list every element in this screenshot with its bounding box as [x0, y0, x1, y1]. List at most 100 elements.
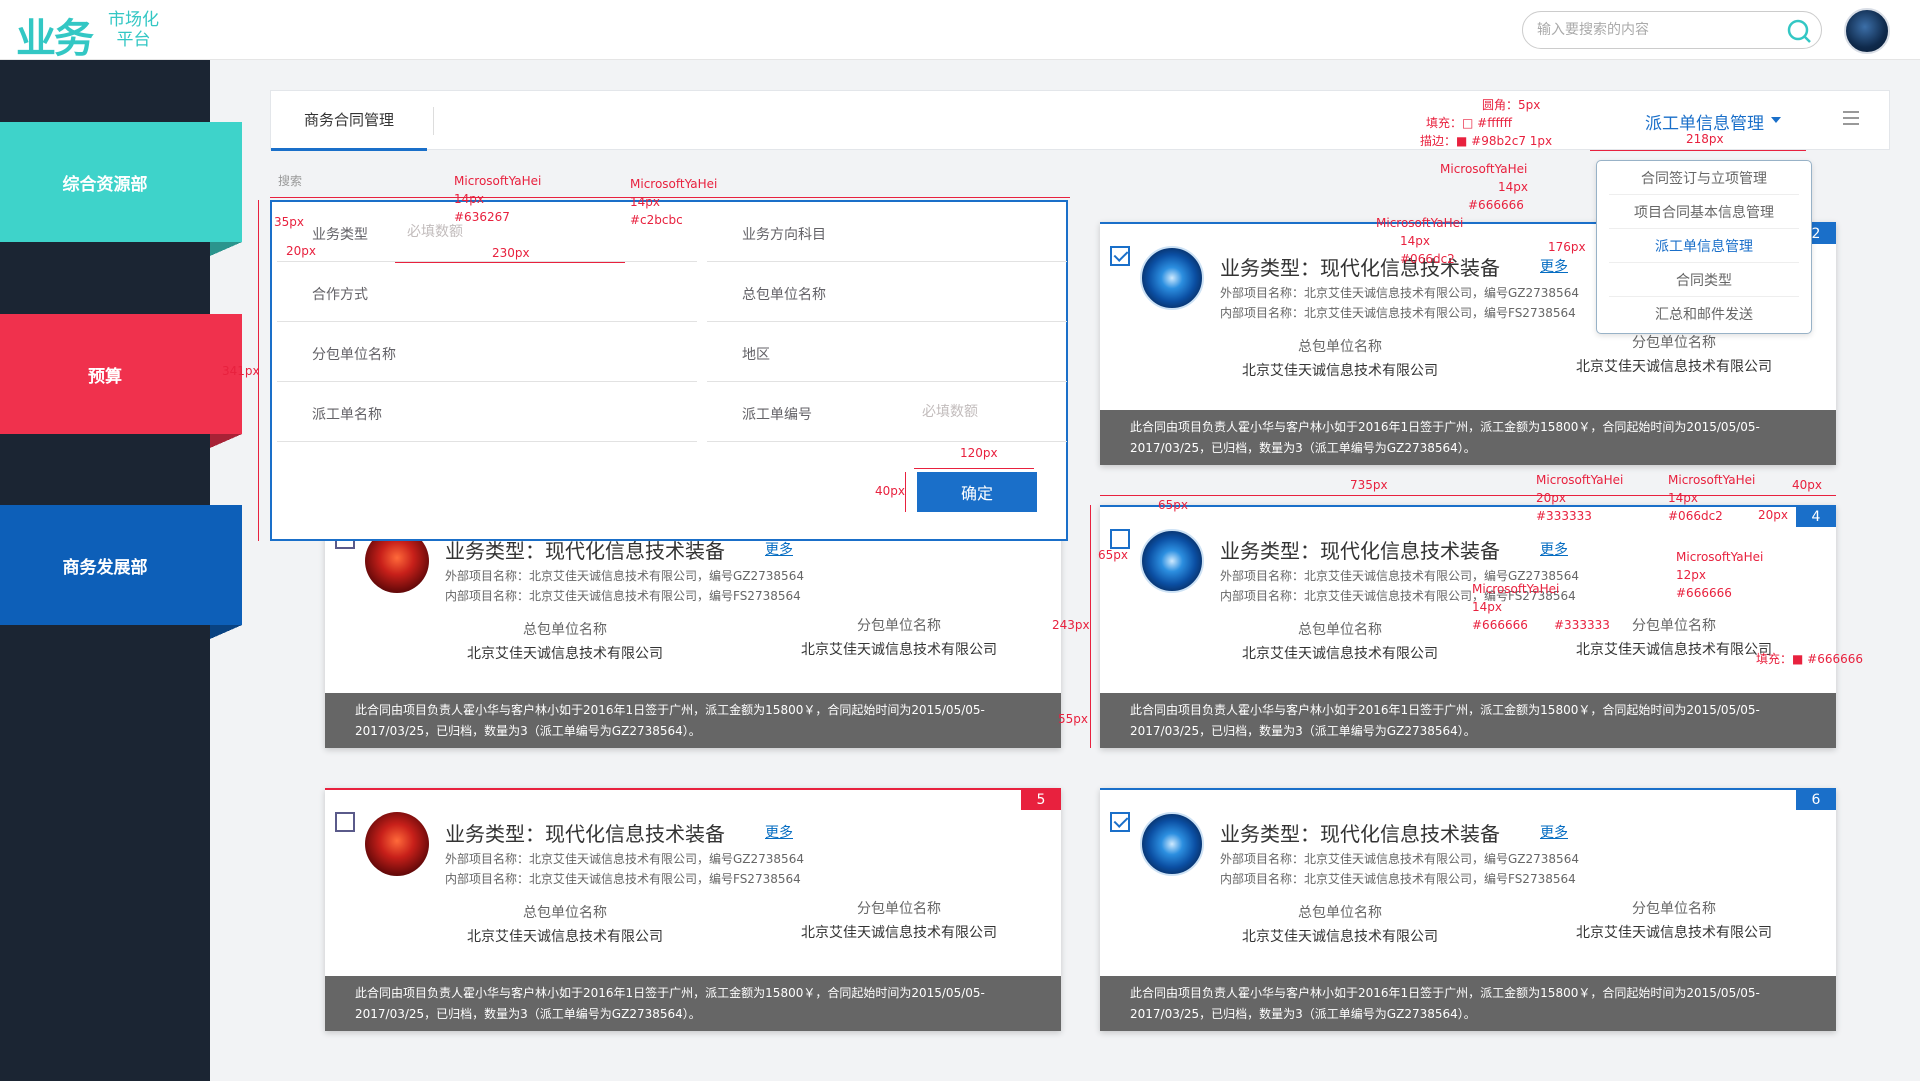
search-form-panel: 业务类型 合作方式 分包单位名称 派工单名称 业务方向科目 总包单位名称 地区 … — [270, 200, 1068, 541]
logo-sub-line1: 市场化 — [108, 10, 159, 30]
card-footer-summary: 此合同由项目负责人霍小华与客户林小如于2016年1日签于广州，派工金额为1580… — [1100, 976, 1836, 1031]
form-row-general-contractor: 总包单位名称 — [707, 262, 1067, 322]
card-checkbox[interactable] — [335, 812, 355, 832]
subcontractor-label: 分包单位名称 — [857, 901, 941, 917]
top-header: 业务 市场化 平台 — [0, 0, 1920, 62]
annotation-text: 14px — [1668, 491, 1698, 505]
annotation-text: 20px — [1536, 491, 1566, 505]
menu-item-contract-type[interactable]: 合同类型 — [1609, 263, 1799, 297]
annotation-text: 14px — [1498, 180, 1528, 194]
sidebar-fold-shadow — [210, 434, 242, 448]
dispatch-menu-button[interactable]: 派工单信息管理 — [1645, 109, 1764, 134]
avatar[interactable] — [1844, 8, 1890, 54]
general-contractor-label: 总包单位名称 — [523, 622, 607, 638]
card-title: 业务类型：现代化信息技术装备 — [445, 822, 725, 846]
business-direction-input[interactable] — [857, 220, 1047, 244]
card-footer-summary: 此合同由项目负责人霍小华与客户林小如于2016年1日签于广州，派工金额为1580… — [1100, 693, 1836, 748]
annotation-text: 14px — [630, 195, 660, 209]
card-title: 业务类型：现代化信息技术装备 — [1220, 822, 1500, 846]
form-row-dispatch-number: 派工单编号 — [707, 382, 1067, 442]
dispatch-number-input[interactable] — [922, 400, 1052, 424]
card-title: 业务类型：现代化信息技术装备 — [1220, 539, 1500, 563]
region-input[interactable] — [857, 340, 1047, 364]
general-contractor-value: 北京艾佳天诚信息技术有限公司 — [467, 646, 663, 662]
card-number-badge: 5 — [1021, 790, 1061, 810]
annotation-text: 20px — [286, 244, 316, 258]
form-row-cooperation: 合作方式 — [277, 262, 697, 322]
general-contractor-label: 总包单位名称 — [1298, 339, 1382, 355]
sidebar-item-label: 商务发展部 — [62, 557, 148, 578]
card-number-badge: 6 — [1796, 790, 1836, 810]
annotation-text: MicrosoftYaHei — [1376, 216, 1464, 230]
menu-item-summary-email[interactable]: 汇总和邮件发送 — [1609, 297, 1799, 331]
company-logo-icon — [1140, 812, 1204, 876]
card-footer-summary: 此合同由项目负责人霍小华与客户林小如于2016年1日签于广州，派工金额为1580… — [1100, 410, 1836, 465]
sidebar-item-budget[interactable]: 预算 — [0, 314, 242, 448]
annotation-text: MicrosoftYaHei — [1472, 582, 1560, 596]
annotation-text: 描边：■ #98b2c7 1px — [1420, 134, 1553, 148]
menu-item-project-info[interactable]: 项目合同基本信息管理 — [1609, 195, 1799, 229]
sidebar-item-label: 预算 — [88, 366, 122, 387]
business-type-input[interactable] — [407, 220, 637, 244]
annotation-line — [270, 197, 1070, 198]
general-contractor-value: 北京艾佳天诚信息技术有限公司 — [1242, 363, 1438, 379]
more-link[interactable]: 更多 — [1540, 256, 1568, 276]
annotation-text: MicrosoftYaHei — [454, 174, 542, 188]
card-checkbox[interactable] — [1110, 529, 1130, 549]
form-label: 派工单编号 — [742, 407, 812, 423]
cooperation-input[interactable] — [407, 280, 637, 304]
dispatch-name-input[interactable] — [407, 400, 637, 424]
annotation-text: 40px — [875, 484, 905, 498]
more-link[interactable]: 更多 — [1540, 539, 1568, 559]
form-label: 派工单名称 — [312, 407, 382, 423]
external-project-name: 外部项目名称：北京艾佳天诚信息技术有限公司，编号GZ2738564 — [445, 569, 804, 583]
subcontractor-label: 分包单位名称 — [1632, 335, 1716, 351]
menu-item-contract-signing[interactable]: 合同签订与立项管理 — [1609, 161, 1799, 195]
more-link[interactable]: 更多 — [765, 539, 793, 559]
card-footer-summary: 此合同由项目负责人霍小华与客户林小如于2016年1日签于广州，派工金额为1580… — [325, 693, 1061, 748]
form-label: 业务类型 — [312, 227, 368, 243]
more-link[interactable]: 更多 — [765, 822, 793, 842]
menu-item-dispatch-info[interactable]: 派工单信息管理 — [1609, 229, 1799, 263]
subcontractor-value: 北京艾佳天诚信息技术有限公司 — [1576, 925, 1772, 941]
annotation-text: 218px — [1686, 132, 1724, 146]
annotation-text: MicrosoftYaHei — [1440, 162, 1528, 176]
tab-divider — [433, 107, 434, 135]
annotation-text: #c2bcbc — [630, 213, 683, 227]
internal-project-name: 内部项目名称：北京艾佳天诚信息技术有限公司，编号FS2738564 — [445, 589, 801, 603]
general-contractor-value: 北京艾佳天诚信息技术有限公司 — [1242, 929, 1438, 945]
annotation-text: #333333 — [1554, 618, 1610, 632]
contract-card: 4 业务类型：现代化信息技术装备 更多 外部项目名称：北京艾佳天诚信息技术有限公司，编… — [1100, 505, 1836, 748]
card-checkbox[interactable] — [1110, 812, 1130, 832]
search-box — [1522, 11, 1822, 49]
form-row-subcontractor: 分包单位名称 — [277, 322, 697, 382]
annotation-text: MicrosoftYaHei — [1676, 550, 1764, 564]
contract-card: 6 业务类型：现代化信息技术装备 更多 外部项目名称：北京艾佳天诚信息技术有限公司，编… — [1100, 788, 1836, 1031]
annotation-text: MicrosoftYaHei — [630, 177, 718, 191]
card-checkbox[interactable] — [1110, 246, 1130, 266]
subcontractor-value: 北京艾佳天诚信息技术有限公司 — [801, 925, 997, 941]
subcontractor-input[interactable] — [407, 340, 637, 364]
annotation-text: 40px — [1792, 478, 1822, 492]
general-contractor-input[interactable] — [857, 280, 1047, 304]
menu-icon[interactable] — [1843, 111, 1859, 127]
annotation-text: 120px — [960, 446, 998, 460]
annotation-line — [1090, 505, 1091, 748]
annotation-text: 176px — [1548, 240, 1586, 254]
search-input[interactable] — [1537, 20, 1777, 40]
chevron-down-icon[interactable] — [1771, 117, 1781, 123]
annotation-text: 填充：■ #666666 — [1756, 652, 1864, 666]
tab-contract-management[interactable]: 商务合同管理 — [271, 91, 427, 151]
company-logo-icon — [1140, 246, 1204, 310]
sidebar-item-resources[interactable]: 综合资源部 — [0, 122, 242, 256]
subcontractor-label: 分包单位名称 — [1632, 901, 1716, 917]
company-logo-icon — [365, 812, 429, 876]
confirm-button[interactable]: 确定 — [917, 472, 1037, 512]
more-link[interactable]: 更多 — [1540, 822, 1568, 842]
form-label: 业务方向科目 — [742, 227, 826, 243]
general-contractor-label: 总包单位名称 — [1298, 622, 1382, 638]
external-project-name: 外部项目名称：北京艾佳天诚信息技术有限公司，编号GZ2738564 — [445, 852, 804, 866]
sidebar-item-business-dev[interactable]: 商务发展部 — [0, 505, 242, 639]
search-icon[interactable] — [1785, 17, 1813, 45]
logo-sub: 市场化 平台 — [108, 10, 159, 50]
